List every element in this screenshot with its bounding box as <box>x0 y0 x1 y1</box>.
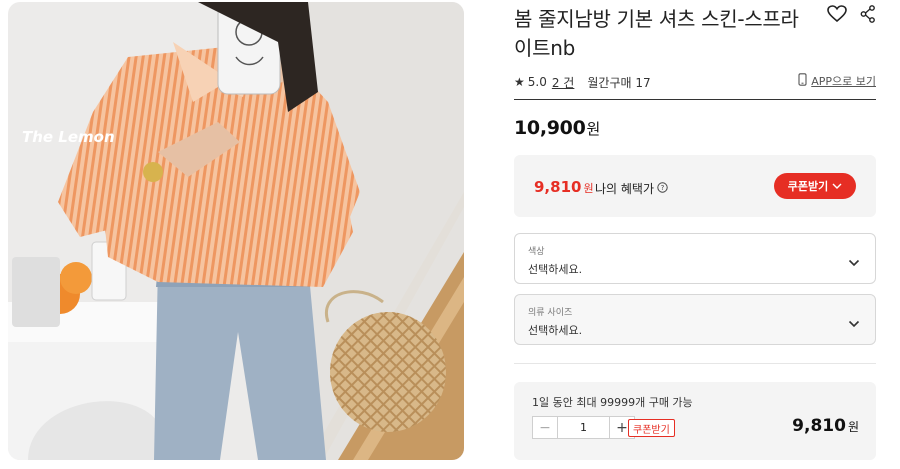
total-currency: 원 <box>847 420 859 434</box>
benefit-label-text: 나의 혜택가 <box>595 182 655 196</box>
product-title: 봄 줄지남방 기본 셔츠 스킨-스프라이트nb <box>514 7 799 60</box>
chevron-down-icon <box>848 313 860 332</box>
size-option-select[interactable]: 의류 사이즈 선택하세요. <box>514 294 876 345</box>
get-coupon-button[interactable]: 쿠폰받기 <box>774 173 856 199</box>
review-count-link[interactable]: 2 건 <box>552 74 575 91</box>
section-divider <box>514 363 876 364</box>
share-icon[interactable] <box>860 5 876 23</box>
rating-row: ★ 5.0 2 건 월간구매 17 APP으로 보기 <box>514 73 876 91</box>
price-currency: 원 <box>586 120 601 138</box>
size-option-value: 선택하세요. <box>528 324 583 337</box>
benefit-price-panel: 9,810 원 나의 혜택가 ? 쿠폰받기 <box>514 155 876 217</box>
color-option-label: 색상 <box>528 247 545 257</box>
chevron-down-icon <box>832 180 842 192</box>
chevron-down-icon <box>848 252 860 271</box>
monthly-purchase: 월간구매 17 <box>587 75 651 90</box>
star-icon: ★ <box>514 75 525 89</box>
price-value: 10,900 <box>514 117 586 139</box>
get-coupon-label: 쿠폰받기 <box>787 181 829 193</box>
coupon-tag-button[interactable]: 쿠폰받기 <box>628 419 675 437</box>
title-actions <box>827 5 876 23</box>
divider-line <box>514 99 876 100</box>
svg-text:?: ? <box>661 184 665 192</box>
rating-value: 5.0 <box>527 75 547 89</box>
product-info: 봄 줄지남방 기본 셔츠 스킨-스프라이트nb ★ 5.0 2 건 월간구매 1… <box>514 0 876 469</box>
color-option-select[interactable]: 색상 선택하세요. <box>514 233 876 284</box>
phone-icon <box>798 73 807 89</box>
help-icon[interactable]: ? <box>657 181 668 196</box>
quantity-stepper: − 1 + <box>532 416 635 439</box>
image-watermark: The Lemon <box>22 128 115 146</box>
order-panel: 1일 동안 최대 99999개 구매 가능 − 1 + 쿠폰받기 9,810 원 <box>514 382 876 460</box>
total-price-value: 9,810 <box>792 416 846 436</box>
app-view-label: APP으로 보기 <box>811 75 876 88</box>
decrease-quantity-button[interactable]: − <box>533 417 558 438</box>
heart-icon[interactable] <box>827 5 847 23</box>
benefit-label: 나의 혜택가 ? <box>595 180 668 197</box>
color-option-value: 선택하세요. <box>528 263 583 276</box>
quantity-value[interactable]: 1 <box>558 417 609 438</box>
purchase-limit-text: 1일 동안 최대 99999개 구매 가능 <box>532 396 693 409</box>
app-view-link[interactable]: APP으로 보기 <box>798 73 876 89</box>
benefit-price-value: 9,810 <box>534 178 582 196</box>
benefit-currency: 원 <box>583 182 594 195</box>
product-image: The Lemon <box>8 2 464 460</box>
original-price: 10,900원 <box>514 117 600 139</box>
total-price: 9,810 원 <box>792 416 859 436</box>
benefit-price: 9,810 원 <box>534 178 594 196</box>
size-option-label: 의류 사이즈 <box>528 308 573 318</box>
